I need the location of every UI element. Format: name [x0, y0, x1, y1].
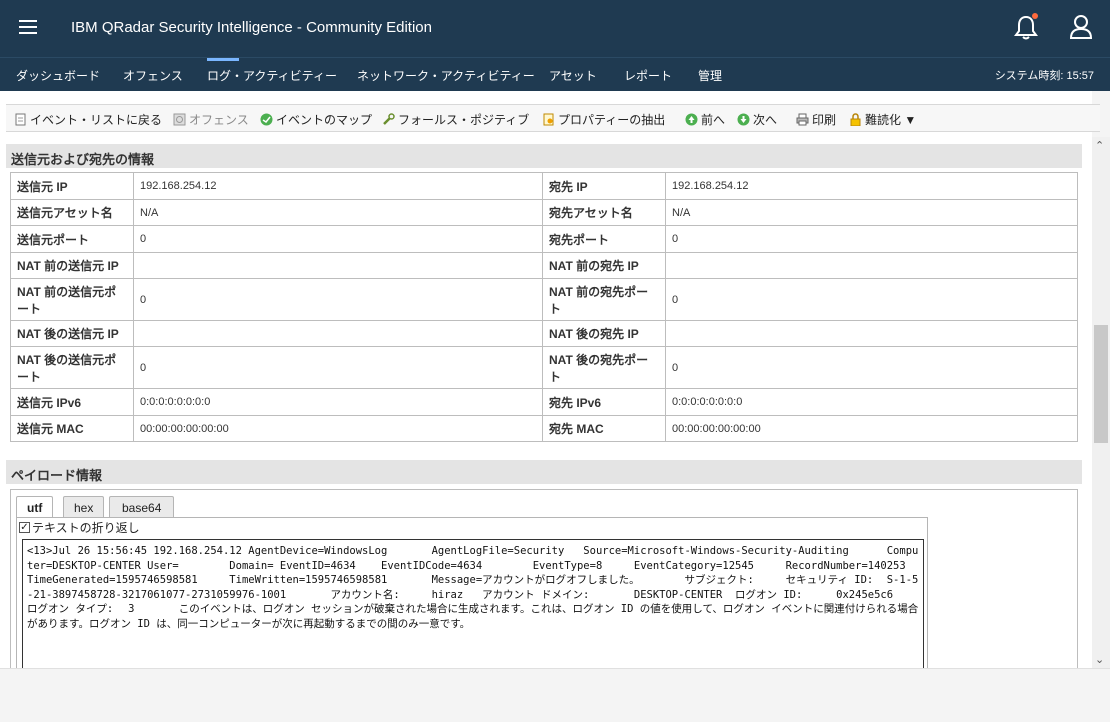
document-icon: [14, 113, 27, 126]
field-value: 192.168.254.12: [133, 172, 543, 200]
nav-admin[interactable]: 管理: [698, 67, 722, 84]
field-label: NAT 前の宛先ポート: [542, 278, 666, 321]
field-value: 0: [133, 346, 543, 389]
scroll-down-icon[interactable]: ⌄: [1095, 653, 1104, 666]
field-label: NAT 後の宛先ポート: [542, 346, 666, 389]
offense-button[interactable]: オフェンス: [173, 111, 249, 128]
top-header: IBM QRadar Security Intelligence - Commu…: [0, 0, 1110, 57]
field-label: NAT 後の送信元ポート: [10, 346, 134, 389]
field-value: 0: [665, 225, 1078, 253]
tab-hex[interactable]: hex: [63, 496, 105, 518]
event-map-button[interactable]: イベントのマップ: [260, 111, 372, 128]
field-value: 192.168.254.12: [665, 172, 1078, 200]
field-value: N/A: [665, 199, 1078, 226]
field-value: [133, 320, 543, 347]
field-label: 送信元 IPv6: [10, 388, 134, 416]
obfuscate-dropdown[interactable]: 難読化 ▼: [849, 111, 916, 128]
payload-heading: ペイロード情報: [6, 460, 1082, 484]
field-value: [665, 252, 1078, 279]
field-label: NAT 前の宛先 IP: [542, 252, 666, 279]
tab-utf[interactable]: utf: [16, 496, 54, 519]
arrow-down-icon: [737, 113, 750, 126]
table-row: 送信元ポート 0 宛先ポート 0: [10, 225, 1078, 253]
nav-reports[interactable]: レポート: [624, 67, 672, 84]
table-row: 送信元 IP 192.168.254.12 宛先 IP 192.168.254.12: [10, 172, 1078, 200]
bell-icon[interactable]: [1014, 13, 1038, 41]
nav-offenses[interactable]: オフェンス: [123, 67, 183, 84]
vertical-scrollbar[interactable]: ⌃ ⌄: [1092, 137, 1110, 668]
printer-icon: [796, 113, 809, 126]
back-to-list-button[interactable]: イベント・リストに戻る: [14, 111, 162, 128]
main-nav: ダッシュボード オフェンス ログ・アクティビティー ネットワーク・アクティビティ…: [0, 57, 1110, 91]
source-destination-table: 送信元 IP 192.168.254.12 宛先 IP 192.168.254.12 送…: [10, 172, 1078, 442]
extract-icon: [542, 113, 555, 126]
table-row: 送信元 IPv6 0:0:0:0:0:0:0:0 宛先 IPv6 0:0:0:0:0:…: [10, 388, 1078, 416]
nav-assets[interactable]: アセット: [549, 67, 597, 84]
wrap-text-checkbox[interactable]: ✓ テキストの折り返し: [19, 519, 140, 536]
scroll-up-icon[interactable]: ⌃: [1095, 139, 1104, 152]
source-destination-heading: 送信元および宛先の情報: [6, 144, 1082, 168]
nav-log-activity[interactable]: ログ・アクティビティー: [207, 67, 337, 84]
previous-button[interactable]: 前へ: [685, 111, 725, 128]
event-toolbar: イベント・リストに戻る オフェンス イベントのマップ フォールス・ポジティブ プ…: [6, 104, 1100, 132]
field-label: NAT 前の送信元 IP: [10, 252, 134, 279]
table-row: NAT 前の送信元ポート 0 NAT 前の宛先ポート 0: [10, 278, 1078, 321]
extract-property-button[interactable]: プロパティーの抽出: [542, 111, 665, 128]
field-label: 送信元アセット名: [10, 199, 134, 226]
field-value: 00:00:00:00:00:00: [133, 415, 543, 442]
table-row: NAT 後の送信元 IP NAT 後の宛先 IP: [10, 320, 1078, 347]
field-label: 送信元 IP: [10, 172, 134, 200]
field-value: 0: [133, 225, 543, 253]
wrench-icon: [382, 113, 395, 126]
field-label: 送信元 MAC: [10, 415, 134, 442]
arrow-up-icon: [685, 113, 698, 126]
field-value: 0: [133, 278, 543, 321]
field-value: 0:0:0:0:0:0:0:0: [665, 388, 1078, 416]
notification-dot: [1032, 13, 1038, 19]
map-icon: [260, 113, 273, 126]
lock-icon: [849, 113, 862, 127]
field-value: 0: [665, 278, 1078, 321]
checkbox-checked-icon: ✓: [19, 522, 30, 533]
field-label: 送信元ポート: [10, 225, 134, 253]
nav-dashboard[interactable]: ダッシュボード: [16, 67, 100, 84]
payload-panel: utf hex base64 ✓ テキストの折り返し <13>Jul 26 15…: [10, 489, 1078, 670]
field-value: [665, 320, 1078, 347]
system-time: システム時刻: 15:57: [994, 70, 1094, 82]
user-icon[interactable]: [1069, 14, 1093, 40]
field-label: 宛先 IP: [542, 172, 666, 200]
false-positive-button[interactable]: フォールス・ポジティブ: [382, 111, 529, 128]
field-label: 宛先 MAC: [542, 415, 666, 442]
field-label: 宛先アセット名: [542, 199, 666, 226]
nav-network-activity[interactable]: ネットワーク・アクティビティー: [357, 67, 535, 84]
scroll-thumb[interactable]: [1094, 325, 1108, 443]
table-row: 送信元アセット名 N/A 宛先アセット名 N/A: [10, 199, 1078, 226]
field-label: 宛先 IPv6: [542, 388, 666, 416]
offense-icon: [173, 113, 186, 126]
active-tab-indicator: [207, 58, 239, 61]
field-label: NAT 前の送信元ポート: [10, 278, 134, 321]
wrap-text-label: テキストの折り返し: [32, 521, 140, 535]
print-button[interactable]: 印刷: [796, 111, 836, 128]
footer-band: [0, 668, 1110, 722]
app-title: IBM QRadar Security Intelligence - Commu…: [71, 19, 432, 36]
hamburger-icon[interactable]: [19, 20, 37, 35]
next-button[interactable]: 次へ: [737, 111, 777, 128]
payload-text[interactable]: <13>Jul 26 15:56:45 192.168.254.12 Agent…: [22, 539, 924, 670]
field-label: NAT 後の送信元 IP: [10, 320, 134, 347]
table-row: NAT 前の送信元 IP NAT 前の宛先 IP: [10, 252, 1078, 279]
field-value: 00:00:00:00:00:00: [665, 415, 1078, 442]
table-row: 送信元 MAC 00:00:00:00:00:00 宛先 MAC 00:00:00:0…: [10, 415, 1078, 442]
field-value: 0: [665, 346, 1078, 389]
field-label: 宛先ポート: [542, 225, 666, 253]
field-value: [133, 252, 543, 279]
table-row: NAT 後の送信元ポート 0 NAT 後の宛先ポート 0: [10, 346, 1078, 389]
tab-base64[interactable]: base64: [109, 496, 175, 518]
field-value: 0:0:0:0:0:0:0:0: [133, 388, 543, 416]
field-label: NAT 後の宛先 IP: [542, 320, 666, 347]
field-value: N/A: [133, 199, 543, 226]
payload-tab-content: ✓ テキストの折り返し <13>Jul 26 15:56:45 192.168.…: [16, 517, 928, 670]
